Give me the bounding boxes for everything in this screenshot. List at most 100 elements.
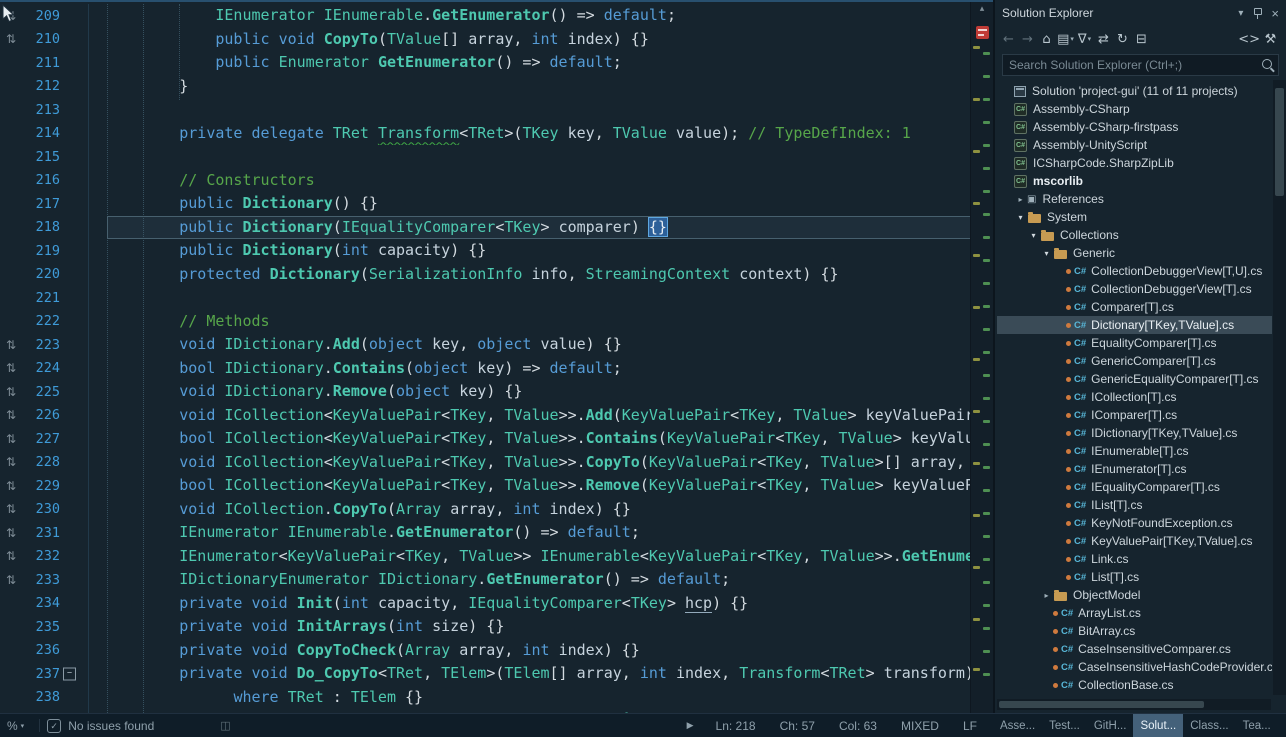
window-position-icon[interactable]: ▾ — [1238, 8, 1243, 19]
tree-item[interactable]: C#CollectionBase.cs — [997, 676, 1272, 694]
filter-icon[interactable]: ∇▾ — [1076, 29, 1093, 49]
line-number[interactable]: 231 — [22, 525, 60, 541]
line-number[interactable]: 220 — [22, 266, 60, 282]
tree-item[interactable]: C#IEnumerable[T].cs — [997, 442, 1272, 460]
editor-scrollbar[interactable]: ▴ — [970, 0, 993, 713]
code-line[interactable]: 238 where TRet : TElem {} — [0, 686, 971, 710]
tree-item[interactable]: C#CollectionDebuggerView[T].cs — [997, 280, 1272, 298]
chevron-collapsed-icon[interactable]: ▸ — [1040, 591, 1053, 600]
implementation-arrows-icon[interactable]: ⇅ — [0, 338, 22, 352]
code-line[interactable]: ⇅224 bool IDictionary.Contains(object ke… — [0, 357, 971, 381]
line-number[interactable]: 216 — [22, 172, 60, 188]
code-line[interactable]: 215 — [0, 145, 971, 169]
tree-item[interactable]: ▾Generic — [997, 244, 1272, 262]
code-line[interactable]: 221 — [0, 286, 971, 310]
implementation-arrows-icon[interactable]: ⇅ — [0, 408, 22, 422]
chevron-expanded-icon[interactable]: ▾ — [1027, 231, 1040, 240]
tree-item[interactable]: C#Assembly-CSharp-firstpass — [997, 118, 1272, 136]
chevron-expanded-icon[interactable]: ▾ — [1014, 213, 1027, 222]
code-line[interactable]: 216 // Constructors — [0, 169, 971, 193]
implementation-arrows-icon[interactable]: ⇅ — [0, 385, 22, 399]
line-number[interactable]: 221 — [22, 290, 60, 306]
code-line[interactable]: 212 } — [0, 75, 971, 99]
panel-tab-asse[interactable]: Asse... — [993, 714, 1042, 737]
issues-status[interactable]: No issues found — [68, 719, 154, 733]
line-number[interactable]: 210 — [22, 31, 60, 47]
tree-item[interactable]: ▸ObjectModel — [997, 586, 1272, 604]
code-area[interactable]: ⇅209 IEnumerator IEnumerable.GetEnumerat… — [0, 4, 971, 713]
code-line[interactable]: 222 // Methods — [0, 310, 971, 334]
code-line[interactable]: 211 public Enumerator GetEnumerator() =>… — [0, 51, 971, 75]
tree-item[interactable]: C#IComparer[T].cs — [997, 406, 1272, 424]
line-number[interactable]: 226 — [22, 407, 60, 423]
tree-item[interactable]: C#IDictionary[TKey,TValue].cs — [997, 424, 1272, 442]
tree-item[interactable]: C#CollectionDebuggerView[T,U].cs — [997, 262, 1272, 280]
tree-item[interactable]: C#Assembly-CSharp — [997, 100, 1272, 118]
forward-icon[interactable]: → — [1019, 29, 1036, 49]
line-number[interactable]: 212 — [22, 78, 60, 94]
implementation-arrows-icon[interactable]: ⇅ — [0, 526, 22, 540]
tree-item[interactable]: C#ArrayList.cs — [997, 604, 1272, 622]
char-indicator[interactable]: Ch: 57 — [780, 719, 815, 733]
code-line[interactable]: 220 protected Dictionary(SerializationIn… — [0, 263, 971, 287]
tree-item[interactable]: C#IEqualityComparer[T].cs — [997, 478, 1272, 496]
collapse-all-icon[interactable]: ⊟ — [1133, 29, 1150, 49]
tree-item[interactable]: C#IList[T].cs — [997, 496, 1272, 514]
tree-item[interactable]: ▸▣References — [997, 190, 1272, 208]
code-line[interactable]: 218 public Dictionary(IEqualityComparer<… — [0, 216, 971, 240]
line-ending-indicator[interactable]: LF — [963, 719, 977, 733]
line-number[interactable]: 238 — [22, 689, 60, 705]
implementation-arrows-icon[interactable]: ⇅ — [0, 361, 22, 375]
tree-item[interactable]: C#GenericEqualityComparer[T].cs — [997, 370, 1272, 388]
line-number[interactable]: 217 — [22, 196, 60, 212]
panel-tab-test[interactable]: Test... — [1042, 714, 1087, 737]
tree-item[interactable]: C#Comparer[T].cs — [997, 298, 1272, 316]
code-line[interactable]: ⇅223 void IDictionary.Add(object key, ob… — [0, 333, 971, 357]
line-number[interactable]: 235 — [22, 619, 60, 635]
line-number[interactable]: 230 — [22, 501, 60, 517]
code-line[interactable]: ⇅231 IEnumerator IEnumerable.GetEnumerat… — [0, 521, 971, 545]
column-indicator[interactable]: Col: 63 — [839, 719, 877, 733]
line-number[interactable]: 232 — [22, 548, 60, 564]
home-icon[interactable]: ⌂ — [1038, 29, 1055, 49]
line-number[interactable]: 218 — [22, 219, 60, 235]
code-line[interactable]: ⇅228 void ICollection<KeyValuePair<TKey,… — [0, 451, 971, 475]
tree-item[interactable]: ▾System — [997, 208, 1272, 226]
tree-item[interactable]: C#CaseInsensitiveHashCodeProvider.cs — [997, 658, 1272, 676]
line-number[interactable]: 211 — [22, 55, 60, 71]
back-icon[interactable]: ← — [1000, 29, 1017, 49]
scrollbar-thumb[interactable] — [999, 701, 1204, 708]
switch-views-icon[interactable]: ▤▾ — [1057, 29, 1074, 49]
code-line[interactable]: 214 private delegate TRet Transform<TRet… — [0, 122, 971, 146]
line-number[interactable]: 219 — [22, 243, 60, 259]
tree-item[interactable]: C#List[T].cs — [997, 568, 1272, 586]
code-line[interactable]: ⇅225 void IDictionary.Remove(object key)… — [0, 380, 971, 404]
chevron-collapsed-icon[interactable]: ▸ — [1014, 195, 1027, 204]
tree-item[interactable]: C#IEnumerator[T].cs — [997, 460, 1272, 478]
tree-item[interactable]: C#EqualityComparer[T].cs — [997, 334, 1272, 352]
implementation-arrows-icon[interactable]: ⇅ — [0, 455, 22, 469]
code-line[interactable]: ⇅233 IDictionaryEnumerator IDictionary.G… — [0, 568, 971, 592]
line-number[interactable]: 237 — [22, 666, 60, 682]
tree-item[interactable]: C#KeyValuePair[TKey,TValue].cs — [997, 532, 1272, 550]
scrollbar-thumb[interactable] — [1275, 88, 1284, 196]
line-number[interactable]: 234 — [22, 595, 60, 611]
line-number[interactable]: 222 — [22, 313, 60, 329]
code-line[interactable]: ⇅230 void ICollection.CopyTo(Array array… — [0, 498, 971, 522]
code-line[interactable]: ⇅209 IEnumerator IEnumerable.GetEnumerat… — [0, 4, 971, 28]
line-indicator[interactable]: Ln: 218 — [716, 719, 756, 733]
implementation-arrows-icon[interactable]: ⇅ — [0, 549, 22, 563]
tree-item[interactable]: C#Assembly-UnityScript — [997, 136, 1272, 154]
line-number[interactable]: 223 — [22, 337, 60, 353]
panel-tab-gith[interactable]: GitH... — [1087, 714, 1134, 737]
line-number[interactable]: 214 — [22, 125, 60, 141]
view-code-icon[interactable]: <> — [1238, 29, 1260, 49]
line-number[interactable]: 213 — [22, 102, 60, 118]
line-number[interactable]: 229 — [22, 478, 60, 494]
line-number[interactable]: 225 — [22, 384, 60, 400]
line-number[interactable]: 233 — [22, 572, 60, 588]
error-indicator-icon[interactable] — [976, 26, 989, 39]
document-health-icon[interactable]: ✓ — [47, 719, 61, 733]
close-icon[interactable]: × — [1271, 6, 1279, 21]
tree-item[interactable]: C#Dictionary[TKey,TValue].cs — [997, 316, 1272, 334]
